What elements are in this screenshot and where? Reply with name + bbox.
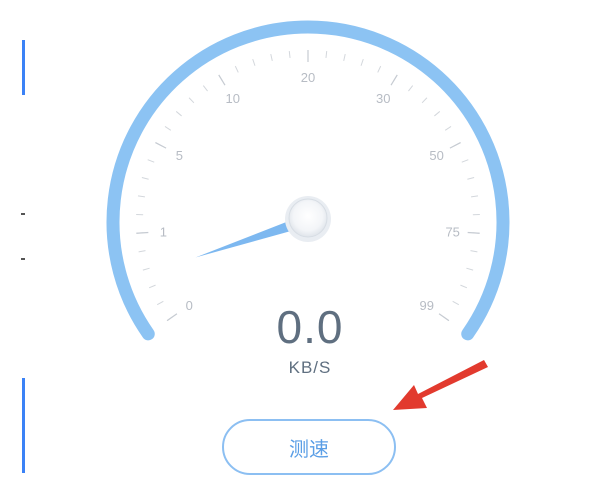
gauge-major-tick <box>155 142 167 149</box>
gauge-minor-tick <box>466 267 474 271</box>
gauge-minor-tick <box>175 111 182 117</box>
gauge-minor-tick <box>444 126 452 131</box>
gauge-minor-tick <box>452 300 460 306</box>
gauge-major-tick <box>438 313 450 322</box>
gauge-major-tick <box>467 231 480 234</box>
gauge-minor-tick <box>377 65 382 73</box>
gauge-tick-label: 30 <box>376 91 390 106</box>
gauge-tick-label: 1 <box>160 224 167 239</box>
gauge-minor-tick <box>467 177 475 180</box>
gauge-tick-label: 99 <box>420 298 434 313</box>
gauge-minor-tick <box>343 53 346 62</box>
gauge-minor-tick <box>470 250 478 253</box>
gauge-minor-tick <box>270 53 273 62</box>
gauge-hub <box>288 198 328 238</box>
gauge-tick-label: 50 <box>429 148 443 163</box>
gauge-minor-tick <box>325 50 328 59</box>
gauge-tick-labels: 0 1 5 10 20 30 50 75 99 <box>160 70 460 313</box>
gauge-tick-label: 5 <box>176 148 183 163</box>
gauge-minor-tick <box>471 195 479 198</box>
gauge-tick-label: 75 <box>445 224 459 239</box>
gauge-minor-tick <box>137 195 145 198</box>
gauge-major-tick <box>136 231 149 234</box>
gauge-minor-tick <box>148 284 156 289</box>
speed-test-button[interactable]: 测速 <box>222 419 396 475</box>
gauge-major-tick <box>218 74 226 86</box>
gauge-minor-ticks <box>136 50 480 322</box>
gauge-minor-tick <box>188 97 195 104</box>
gauge-minor-tick <box>147 159 155 163</box>
gauge-minor-tick <box>360 58 364 66</box>
gauge-minor-tick <box>234 65 239 73</box>
gauge-tick-label: 0 <box>186 298 193 313</box>
gauge-minor-tick <box>461 159 469 163</box>
gauge-minor-tick <box>164 126 172 131</box>
gauge-major-tick <box>166 313 178 322</box>
gauge-major-tick <box>449 142 461 149</box>
speed-value: 0.0 <box>276 301 344 353</box>
gauge-minor-tick <box>434 111 441 117</box>
gauge-minor-tick <box>156 300 164 306</box>
gauge-tick-label: 10 <box>226 91 240 106</box>
gauge-minor-tick <box>202 85 208 92</box>
gauge-minor-tick <box>421 97 428 104</box>
gauge-minor-tick <box>142 267 150 271</box>
gauge-minor-tick <box>460 284 468 289</box>
gauge-minor-tick <box>141 177 149 180</box>
annotation-arrow-icon <box>393 360 488 410</box>
gauge-minor-tick <box>138 250 146 253</box>
gauge-minor-tick <box>288 50 291 59</box>
gauge-minor-tick <box>408 85 414 92</box>
gauge-minor-tick <box>252 58 256 66</box>
gauge-major-tick <box>390 74 398 86</box>
gauge-tick-label: 20 <box>301 70 315 85</box>
gauge-major-ticks <box>136 50 480 322</box>
